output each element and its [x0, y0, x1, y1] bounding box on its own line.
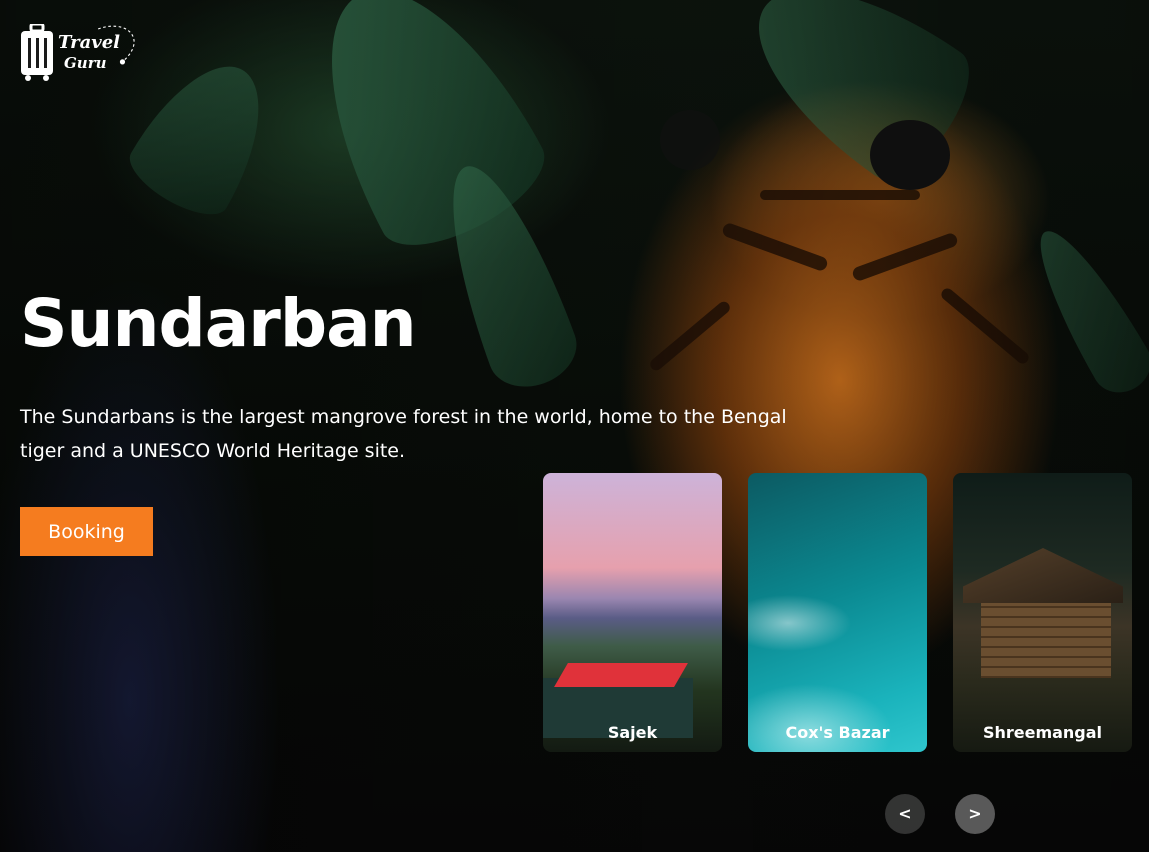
tiger-stripe-decoration: [720, 221, 830, 273]
card-image-detail: [554, 663, 688, 687]
destination-card-shreemangal[interactable]: Shreemangal: [953, 473, 1132, 752]
card-image-detail: [981, 598, 1111, 678]
hero-description: The Sundarbans is the largest mangrove f…: [20, 406, 787, 462]
carousel-next-button[interactable]: >: [955, 794, 995, 834]
tiger-stripe-decoration: [850, 231, 960, 283]
hero-title: Sundarban: [20, 285, 417, 362]
flight-path-icon: [98, 25, 135, 65]
leaf-decoration: [1019, 217, 1149, 403]
tiger-ear-decoration: [660, 110, 720, 170]
suitcase-icon: [21, 24, 53, 81]
tiger-ear-decoration: [870, 120, 950, 190]
booking-button[interactable]: Booking: [20, 507, 153, 556]
destination-card-label: Shreemangal: [982, 723, 1103, 742]
destination-card-coxs-bazar[interactable]: Cox's Bazar: [748, 473, 927, 752]
tiger-stripe-decoration: [647, 299, 733, 373]
destination-card-label: Sajek: [607, 723, 658, 742]
carousel-prev-button[interactable]: <: [885, 794, 925, 834]
tiger-stripe-decoration: [760, 190, 920, 200]
hero-section: Sundarban: [20, 285, 417, 363]
card-image-detail: [963, 548, 1123, 603]
brand-logo[interactable]: Travel Guru: [20, 24, 135, 82]
hero-background: Travel Guru Sundarban The Sundarbans is …: [0, 0, 1149, 852]
destination-card-label: Cox's Bazar: [785, 723, 890, 742]
destination-card-sajek[interactable]: Sajek: [543, 473, 722, 752]
tiger-stripe-decoration: [939, 286, 1031, 366]
